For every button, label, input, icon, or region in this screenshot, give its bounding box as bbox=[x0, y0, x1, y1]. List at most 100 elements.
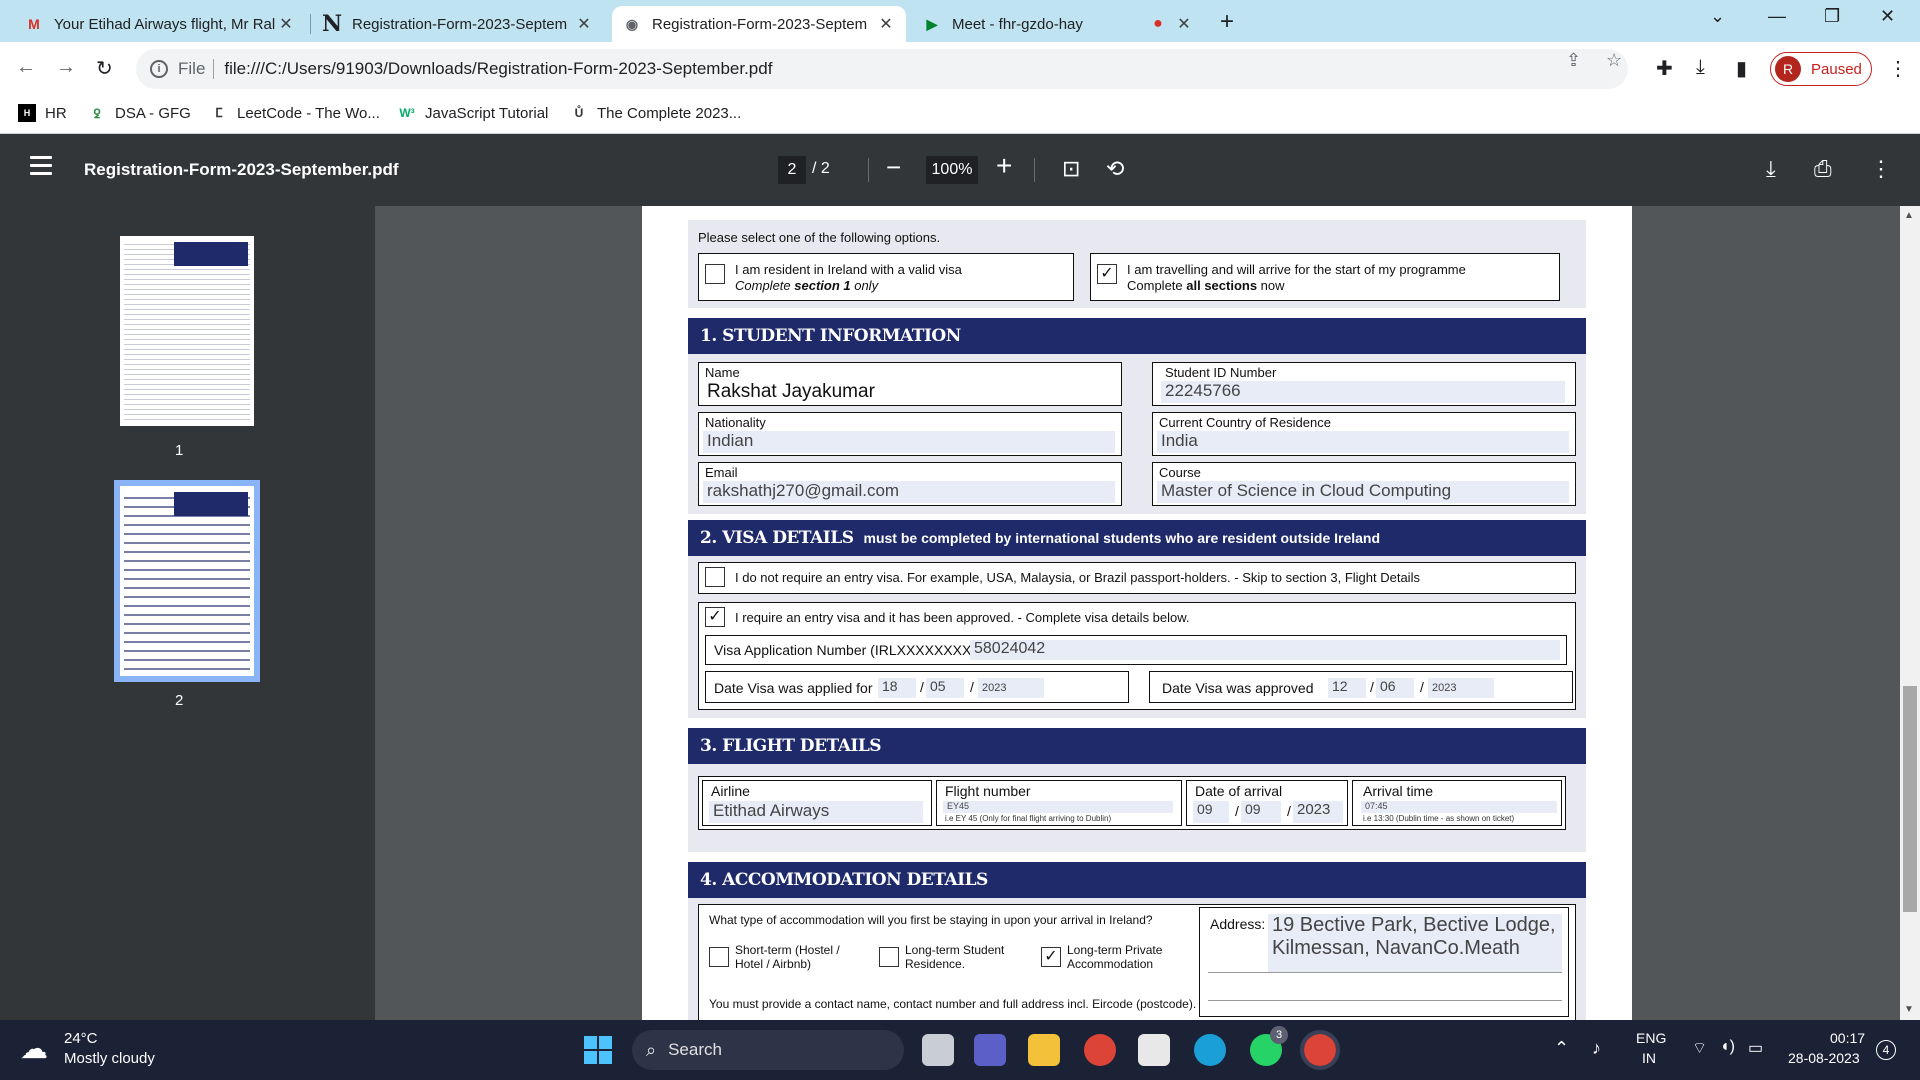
microphone-icon[interactable]: ♪ bbox=[1592, 1038, 1601, 1059]
close-icon[interactable]: ✕ bbox=[276, 14, 296, 34]
share-icon[interactable]: ⇪ bbox=[1566, 50, 1581, 71]
volume-icon[interactable]: ◖) bbox=[1720, 1038, 1735, 1056]
visa-app-number-value[interactable]: 58024042 bbox=[970, 640, 1560, 660]
language-label[interactable]: ENG bbox=[1636, 1030, 1666, 1046]
flight-number-value[interactable]: EY45 bbox=[943, 801, 1173, 813]
reload-button[interactable]: ↻ bbox=[96, 56, 113, 81]
tray-chevron-icon[interactable]: ⌃ bbox=[1554, 1038, 1569, 1059]
tab-meet[interactable]: ▶ Meet - fhr-gzdo-hay ● ✕ bbox=[912, 6, 1204, 42]
battery-icon[interactable]: ▭ bbox=[1748, 1038, 1763, 1058]
arrival-time-value[interactable]: 07:45 bbox=[1361, 801, 1557, 813]
year-value[interactable]: 2023 bbox=[1293, 801, 1343, 823]
bookmark-hr[interactable]: H HR bbox=[18, 104, 67, 122]
checkbox-student-residence[interactable] bbox=[879, 947, 899, 967]
student-id-field[interactable]: Student ID Number 22245766 bbox=[1152, 362, 1576, 406]
country-field[interactable]: Current Country of Residence India bbox=[1152, 412, 1576, 456]
month-value[interactable]: 09 bbox=[1241, 801, 1281, 823]
nationality-field[interactable]: Nationality Indian bbox=[698, 412, 1122, 456]
checkbox-visa-not-required[interactable] bbox=[705, 567, 725, 587]
tab-search-icon[interactable]: ⌄ bbox=[1710, 6, 1725, 27]
page-thumbnail-2[interactable] bbox=[114, 480, 260, 682]
bookmark-star-icon[interactable]: ☆ bbox=[1606, 50, 1622, 71]
language-region[interactable]: IN bbox=[1642, 1050, 1656, 1066]
airline-value[interactable]: Etithad Airways bbox=[709, 801, 923, 823]
scroll-up-icon[interactable]: ▲ bbox=[1904, 210, 1914, 221]
visa-not-required-option[interactable]: I do not require an entry visa. For exam… bbox=[698, 562, 1576, 594]
side-panel-icon[interactable]: ▮ bbox=[1736, 56, 1747, 81]
course-field[interactable]: Course Master of Science in Cloud Comput… bbox=[1152, 462, 1576, 506]
tab-notion-pdf[interactable]: N Registration-Form-2023-Septem ✕ bbox=[312, 6, 604, 42]
day-value[interactable]: 12 bbox=[1328, 678, 1366, 698]
close-icon[interactable]: ✕ bbox=[876, 14, 896, 34]
rotate-icon[interactable]: ⟲ bbox=[1106, 156, 1124, 182]
info-icon[interactable]: i bbox=[150, 60, 168, 78]
option-travelling[interactable]: ✓ I am travelling and will arrive for th… bbox=[1090, 253, 1560, 301]
visa-approved-date-field[interactable]: Date Visa was approved 12 / 06 / 2023 bbox=[1149, 671, 1573, 703]
arrival-time-field[interactable]: Arrival time 07:45 i.e 13:30 (Dublin tim… bbox=[1352, 780, 1562, 826]
day-value[interactable]: 18 bbox=[878, 678, 916, 698]
weather-icon[interactable]: ☁ bbox=[20, 1032, 48, 1065]
clock-time[interactable]: 00:17 bbox=[1830, 1030, 1865, 1046]
bookmark-udemy[interactable]: Ů The Complete 2023... bbox=[570, 104, 742, 122]
close-icon[interactable]: ✕ bbox=[1174, 14, 1194, 34]
teams-icon[interactable] bbox=[974, 1034, 1006, 1066]
zoom-out-button[interactable]: − bbox=[886, 152, 901, 183]
tab-gmail[interactable]: M Your Etihad Airways flight, Mr Ral ✕ bbox=[14, 6, 306, 42]
checkbox-resident[interactable] bbox=[705, 264, 725, 284]
scrollbar-thumb[interactable] bbox=[1903, 686, 1917, 912]
close-icon[interactable]: ✕ bbox=[574, 14, 594, 34]
course-value[interactable]: Master of Science in Cloud Computing bbox=[1157, 481, 1569, 503]
taskbar-search[interactable]: ⌕ Search bbox=[632, 1030, 904, 1070]
country-value[interactable]: India bbox=[1157, 431, 1569, 453]
vertical-scrollbar[interactable]: ▲ ▼ bbox=[1900, 206, 1920, 1020]
hamburger-menu-icon[interactable] bbox=[30, 156, 52, 180]
more-options-icon[interactable]: ⋮ bbox=[1870, 156, 1892, 182]
zoom-in-button[interactable]: + bbox=[996, 150, 1012, 182]
chrome-icon[interactable] bbox=[1084, 1034, 1116, 1066]
email-value[interactable]: rakshathj270@gmail.com bbox=[703, 481, 1115, 503]
download-icon[interactable]: ⤓ bbox=[1696, 56, 1705, 79]
extensions-icon[interactable]: ✚ bbox=[1656, 56, 1673, 81]
menu-kebab-icon[interactable]: ⋮ bbox=[1888, 56, 1908, 81]
year-value[interactable]: 2023 bbox=[1428, 678, 1494, 698]
checkbox-private-accommodation[interactable]: ✓ bbox=[1041, 947, 1061, 967]
whatsapp-icon[interactable]: 3 bbox=[1250, 1026, 1288, 1066]
file-explorer-icon[interactable] bbox=[1028, 1034, 1060, 1066]
store-icon[interactable] bbox=[1138, 1034, 1170, 1066]
tab-pdf-active[interactable]: ◉ Registration-Form-2023-Septem ✕ bbox=[612, 6, 906, 42]
airline-field[interactable]: Airline Etithad Airways bbox=[702, 780, 932, 826]
checkbox-visa-required[interactable]: ✓ bbox=[705, 607, 725, 627]
close-window-button[interactable]: ✕ bbox=[1880, 6, 1895, 27]
print-icon[interactable]: ⎙ bbox=[1814, 156, 1832, 182]
name-field[interactable]: Name Rakshat Jayakumar bbox=[698, 362, 1122, 406]
edge-icon[interactable] bbox=[1194, 1034, 1226, 1066]
fit-page-icon[interactable]: ⊡ bbox=[1062, 156, 1080, 182]
name-value[interactable]: Rakshat Jayakumar bbox=[703, 381, 1115, 403]
month-value[interactable]: 05 bbox=[926, 678, 964, 698]
bookmark-gfg[interactable]: ꝿ DSA - GFG bbox=[88, 104, 190, 122]
profile-button[interactable]: R Paused bbox=[1770, 52, 1872, 86]
day-value[interactable]: 09 bbox=[1193, 801, 1229, 823]
option-resident[interactable]: I am resident in Ireland with a valid vi… bbox=[698, 253, 1074, 301]
weather-text[interactable]: Mostly cloudy bbox=[64, 1050, 155, 1067]
minimize-button[interactable]: — bbox=[1768, 6, 1786, 27]
address-value[interactable]: 19 Bective Park, Bective Lodge, Kilmessa… bbox=[1268, 914, 1562, 972]
wifi-icon[interactable]: ⌔ bbox=[1692, 1038, 1707, 1058]
clock-date[interactable]: 28-08-2023 bbox=[1788, 1050, 1860, 1066]
student-id-value[interactable]: 22245766 bbox=[1161, 381, 1565, 403]
nationality-value[interactable]: Indian bbox=[703, 431, 1115, 453]
flight-number-field[interactable]: Flight number EY45 i.e EY 45 (Only for f… bbox=[936, 780, 1182, 826]
year-value[interactable]: 2023 bbox=[978, 678, 1044, 698]
temperature[interactable]: 24°C bbox=[64, 1030, 98, 1047]
download-icon[interactable]: ⤓ bbox=[1766, 156, 1776, 182]
page-number-input[interactable]: 2 bbox=[778, 156, 806, 184]
address-field[interactable]: Address: 19 Bective Park, Bective Lodge,… bbox=[1199, 907, 1569, 1017]
windows-start-icon[interactable] bbox=[584, 1036, 612, 1064]
visa-applied-date-field[interactable]: Date Visa was applied for 18 / 05 / 2023 bbox=[705, 671, 1129, 703]
restore-button[interactable]: ❐ bbox=[1824, 6, 1840, 27]
task-view-icon[interactable] bbox=[922, 1034, 954, 1066]
back-button[interactable]: ← bbox=[16, 56, 36, 79]
email-field[interactable]: Email rakshathj270@gmail.com bbox=[698, 462, 1122, 506]
bookmark-leetcode[interactable]: ⵎ LeetCode - The Wo... bbox=[210, 104, 380, 122]
bookmark-javascript[interactable]: W³ JavaScript Tutorial bbox=[398, 104, 548, 122]
